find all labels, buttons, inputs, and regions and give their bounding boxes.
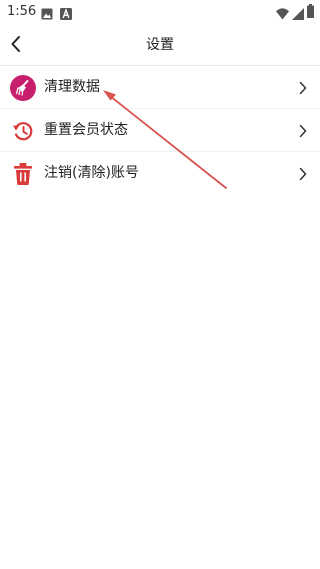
settings-item-delete-account[interactable]: 注销(清除)账号 [0,152,320,195]
page-title: 设置 [146,37,174,53]
chevron-right-icon [299,81,307,95]
signal-icon [292,5,304,24]
settings-item-reset-membership[interactable]: 重置会员状态 [0,109,320,152]
app-notification-icon [60,5,72,24]
chevron-right-icon [299,124,307,138]
settings-item-clear-data[interactable]: 清理数据 [0,66,320,109]
settings-item-label: 注销(清除)账号 [44,165,139,181]
settings-list: 清理数据 重置会员状态 注销(清除)账号 [0,66,320,195]
wifi-icon [276,5,289,24]
header: 设置 [0,24,320,66]
trash-icon [10,161,36,187]
battery-icon [307,3,314,22]
broom-icon [10,75,36,101]
image-notification-icon [41,5,53,24]
status-bar: 1:56 [0,0,320,24]
chevron-right-icon [299,167,307,181]
settings-item-label: 清理数据 [44,79,100,95]
status-time: 1:56 [7,4,37,19]
settings-item-label: 重置会员状态 [44,122,128,138]
history-icon [10,118,36,144]
settings-screen: 1:56 设置 清理数据 重置会员状态 注销(清除)账号 [0,0,320,569]
